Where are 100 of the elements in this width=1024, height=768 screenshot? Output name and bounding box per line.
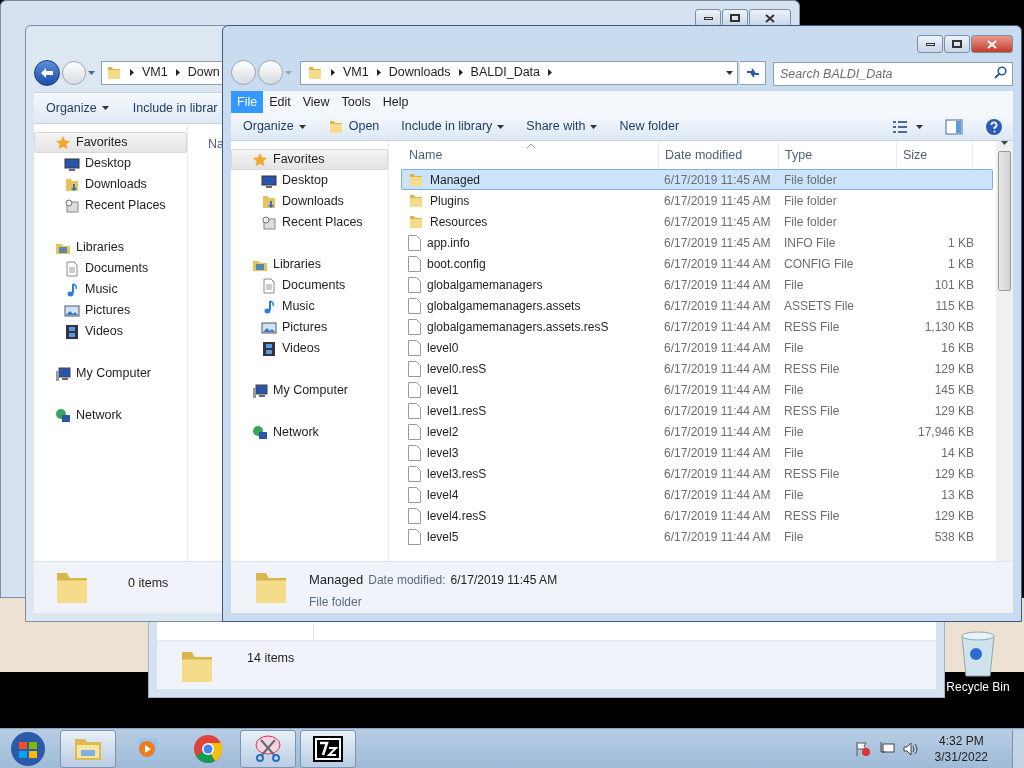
file-row[interactable]: level4.resS 6/17/2019 11:44 AM RESS File 129 KB <box>401 505 993 526</box>
breadcrumb-item[interactable]: VM1 <box>142 63 168 82</box>
clock-time: 4:32 PM <box>938 732 984 749</box>
toolbar-button[interactable]: Include in librar <box>132 98 218 118</box>
file-row[interactable]: level4 6/17/2019 11:44 AM File 13 KB <box>401 484 993 505</box>
caret-icon <box>916 124 923 129</box>
clock[interactable]: 4:32 PM 3/31/2022 <box>934 732 988 765</box>
nav-item[interactable]: Recent Places <box>231 212 388 233</box>
toolbar-button[interactable]: Organize <box>46 98 109 118</box>
back-button[interactable] <box>34 59 60 86</box>
views-button[interactable] <box>892 119 923 134</box>
file-row[interactable]: app.info 6/17/2019 11:45 AM INFO File 1 KB <box>401 232 993 253</box>
recycle-bin-icon[interactable] <box>958 630 998 678</box>
file-row[interactable]: level0.resS 6/17/2019 11:44 AM RESS File 129 KB <box>401 358 993 379</box>
file-row[interactable]: Plugins 6/17/2019 11:45 AM File folder <box>401 190 993 211</box>
menu-item[interactable]: View <box>296 91 336 113</box>
close-button[interactable] <box>971 35 1013 53</box>
toolbar-button[interactable]: Organize <box>243 117 306 136</box>
size-cell-text: 1 KB <box>947 255 974 273</box>
toolbar-button[interactable]: Open <box>327 117 380 136</box>
search-field[interactable]: Search BALDI_Data <box>773 61 1013 86</box>
nav-item[interactable]: Downloads <box>34 174 187 195</box>
scrollbar[interactable] <box>996 141 1013 561</box>
nav-category[interactable]: Favorites <box>34 132 187 153</box>
file-row[interactable]: level2 6/17/2019 11:44 AM File 17,946 KB <box>401 421 993 442</box>
menu-item[interactable]: Help <box>376 91 415 113</box>
file-row[interactable]: level1 6/17/2019 11:44 AM File 145 KB <box>401 379 993 400</box>
file-icon <box>408 486 421 503</box>
minimize-button[interactable] <box>917 35 943 53</box>
file-row[interactable]: level1.resS 6/17/2019 11:44 AM RESS File 129 KB <box>401 400 993 421</box>
address-bar[interactable]: VM1 Downloads BALDI_Data <box>300 60 738 85</box>
menu-item[interactable]: Edit <box>263 91 297 113</box>
download-folder-icon <box>261 193 277 210</box>
nav-item[interactable]: Videos <box>231 338 388 359</box>
type-cell-text: RESS File <box>783 402 841 420</box>
toolbar-button[interactable]: New folder <box>619 117 680 136</box>
close-icon <box>987 39 997 49</box>
nav-item[interactable]: Pictures <box>231 317 388 338</box>
size-cell-text: 129 KB <box>933 402 974 420</box>
toolbar-button[interactable]: Include in library <box>401 117 505 136</box>
nav-category[interactable]: My Computer <box>231 380 388 401</box>
nav-category[interactable]: Libraries <box>34 237 187 258</box>
folder-icon <box>106 64 122 81</box>
nav-item[interactable]: Documents <box>34 258 187 279</box>
file-icon <box>408 507 421 524</box>
status-text: 0 items <box>128 575 169 592</box>
file-icon <box>408 339 421 356</box>
file-icon <box>408 276 421 293</box>
file-icon <box>408 360 421 377</box>
address-bar[interactable]: VM1 Down <box>101 60 224 85</box>
nav-item[interactable]: Desktop <box>231 170 388 191</box>
nav-category[interactable]: My Computer <box>34 363 187 384</box>
breadcrumb-item[interactable]: BALDI_Data <box>470 63 541 82</box>
nav-item[interactable]: Pictures <box>34 300 187 321</box>
nav-item[interactable]: Recent Places <box>34 195 187 216</box>
date-cell-text: 6/17/2019 11:44 AM <box>663 528 772 546</box>
breadcrumb-item[interactable]: VM1 <box>343 63 369 82</box>
file-row[interactable]: boot.config 6/17/2019 11:44 AM CONFIG File 1 KB <box>401 253 993 274</box>
nav-item[interactable]: Desktop <box>34 153 187 174</box>
file-row[interactable]: level5 6/17/2019 11:44 AM File 538 KB <box>401 526 993 547</box>
nav-category[interactable]: Libraries <box>231 254 388 275</box>
nav-category[interactable]: Network <box>231 422 388 443</box>
file-row[interactable]: globalgamemanagers 6/17/2019 11:44 AM File 101 KB <box>401 274 993 295</box>
nav-item[interactable]: Music <box>34 279 187 300</box>
action-center-flag-icon[interactable] <box>854 740 871 757</box>
folder-icon <box>307 64 323 81</box>
caret-icon <box>285 70 292 75</box>
date-cell-text: 6/17/2019 11:44 AM <box>663 402 772 420</box>
breadcrumb-item[interactable]: Down <box>187 63 220 82</box>
desktop-icon-label[interactable]: Recycle Bin <box>946 678 1010 696</box>
file-row[interactable]: Managed 6/17/2019 11:45 AM File folder <box>401 169 993 190</box>
close-icon <box>765 13 775 23</box>
nav-item[interactable]: Music <box>231 296 388 317</box>
clock-date: 3/31/2022 <box>934 748 988 765</box>
file-row[interactable]: globalgamemanagers.assets 6/17/2019 11:44 AM ASSETS File 115 KB <box>401 295 993 316</box>
date-cell-text: 6/17/2019 11:45 AM <box>663 213 772 231</box>
breadcrumb-item[interactable]: Downloads <box>388 63 451 82</box>
nav-item[interactable]: Downloads <box>231 191 388 212</box>
file-row[interactable]: level3 6/17/2019 11:44 AM File 14 KB <box>401 442 993 463</box>
maximize-button[interactable] <box>944 35 970 53</box>
film-icon <box>64 323 80 340</box>
taskbar-button[interactable] <box>300 729 356 768</box>
menu-item[interactable]: Tools <box>335 91 377 113</box>
file-row[interactable]: globalgamemanagers.assets.resS 6/17/2019 11:44 AM RESS File 1,130 KB <box>401 316 993 337</box>
file-row[interactable]: Resources 6/17/2019 11:45 AM File folder <box>401 211 993 232</box>
help-icon[interactable] <box>985 117 1003 136</box>
date-cell-text: 6/17/2019 11:44 AM <box>663 339 772 357</box>
type-cell-text: File <box>783 528 805 546</box>
preview-pane-icon[interactable] <box>945 118 963 135</box>
toolbar-button[interactable]: Share with <box>526 117 598 136</box>
nav-category[interactable]: Network <box>34 405 187 426</box>
nav-category[interactable]: Favorites <box>231 149 388 170</box>
status-text: 14 items <box>247 650 295 667</box>
file-row[interactable]: level3.resS 6/17/2019 11:44 AM RESS File 129 KB <box>401 463 993 484</box>
nav-item[interactable]: Videos <box>34 321 187 342</box>
date-cell-text: 6/17/2019 11:44 AM <box>663 255 772 273</box>
refresh-button[interactable] <box>740 60 766 85</box>
file-row[interactable]: level0 6/17/2019 11:44 AM File 16 KB <box>401 337 993 358</box>
nav-item[interactable]: Documents <box>231 275 388 296</box>
speaker-icon[interactable] <box>902 740 919 757</box>
